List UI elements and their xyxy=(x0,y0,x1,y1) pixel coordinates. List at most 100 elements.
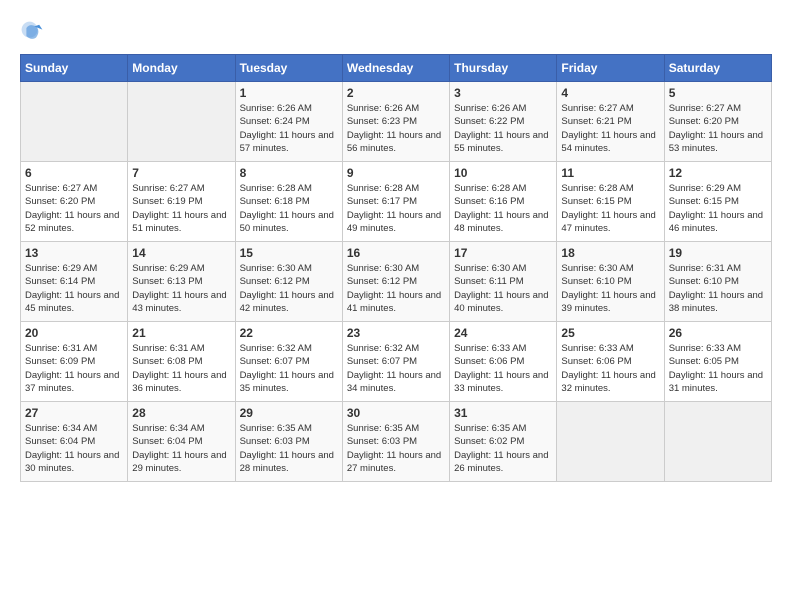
day-number: 14 xyxy=(132,246,230,260)
calendar-day-cell: 12 Sunrise: 6:29 AM Sunset: 6:15 PM Dayl… xyxy=(664,162,771,242)
calendar-day-cell: 18 Sunrise: 6:30 AM Sunset: 6:10 PM Dayl… xyxy=(557,242,664,322)
day-number: 24 xyxy=(454,326,552,340)
calendar-day-cell: 10 Sunrise: 6:28 AM Sunset: 6:16 PM Dayl… xyxy=(450,162,557,242)
day-number: 26 xyxy=(669,326,767,340)
day-number: 6 xyxy=(25,166,123,180)
day-info: Sunrise: 6:28 AM Sunset: 6:15 PM Dayligh… xyxy=(561,182,659,235)
day-number: 29 xyxy=(240,406,338,420)
day-number: 23 xyxy=(347,326,445,340)
day-number: 25 xyxy=(561,326,659,340)
day-of-week-header: Saturday xyxy=(664,55,771,82)
calendar-day-cell: 9 Sunrise: 6:28 AM Sunset: 6:17 PM Dayli… xyxy=(342,162,449,242)
calendar-day-cell: 28 Sunrise: 6:34 AM Sunset: 6:04 PM Dayl… xyxy=(128,402,235,482)
day-info: Sunrise: 6:33 AM Sunset: 6:06 PM Dayligh… xyxy=(454,342,552,395)
calendar-day-cell xyxy=(664,402,771,482)
calendar-day-cell xyxy=(128,82,235,162)
calendar-day-cell: 6 Sunrise: 6:27 AM Sunset: 6:20 PM Dayli… xyxy=(21,162,128,242)
calendar-day-cell: 8 Sunrise: 6:28 AM Sunset: 6:18 PM Dayli… xyxy=(235,162,342,242)
calendar-week-row: 27 Sunrise: 6:34 AM Sunset: 6:04 PM Dayl… xyxy=(21,402,772,482)
day-info: Sunrise: 6:31 AM Sunset: 6:10 PM Dayligh… xyxy=(669,262,767,315)
calendar-day-cell: 29 Sunrise: 6:35 AM Sunset: 6:03 PM Dayl… xyxy=(235,402,342,482)
calendar-day-cell: 7 Sunrise: 6:27 AM Sunset: 6:19 PM Dayli… xyxy=(128,162,235,242)
day-number: 19 xyxy=(669,246,767,260)
day-number: 1 xyxy=(240,86,338,100)
day-info: Sunrise: 6:30 AM Sunset: 6:10 PM Dayligh… xyxy=(561,262,659,315)
day-number: 2 xyxy=(347,86,445,100)
calendar-day-cell xyxy=(21,82,128,162)
calendar-day-cell: 27 Sunrise: 6:34 AM Sunset: 6:04 PM Dayl… xyxy=(21,402,128,482)
day-info: Sunrise: 6:30 AM Sunset: 6:12 PM Dayligh… xyxy=(240,262,338,315)
calendar-day-cell: 3 Sunrise: 6:26 AM Sunset: 6:22 PM Dayli… xyxy=(450,82,557,162)
day-number: 18 xyxy=(561,246,659,260)
day-number: 12 xyxy=(669,166,767,180)
calendar-day-cell: 21 Sunrise: 6:31 AM Sunset: 6:08 PM Dayl… xyxy=(128,322,235,402)
day-number: 20 xyxy=(25,326,123,340)
calendar-day-cell: 25 Sunrise: 6:33 AM Sunset: 6:06 PM Dayl… xyxy=(557,322,664,402)
day-number: 21 xyxy=(132,326,230,340)
day-info: Sunrise: 6:32 AM Sunset: 6:07 PM Dayligh… xyxy=(240,342,338,395)
day-of-week-header: Thursday xyxy=(450,55,557,82)
day-info: Sunrise: 6:31 AM Sunset: 6:08 PM Dayligh… xyxy=(132,342,230,395)
day-info: Sunrise: 6:28 AM Sunset: 6:16 PM Dayligh… xyxy=(454,182,552,235)
day-info: Sunrise: 6:30 AM Sunset: 6:12 PM Dayligh… xyxy=(347,262,445,315)
day-number: 4 xyxy=(561,86,659,100)
day-number: 22 xyxy=(240,326,338,340)
day-number: 30 xyxy=(347,406,445,420)
day-info: Sunrise: 6:31 AM Sunset: 6:09 PM Dayligh… xyxy=(25,342,123,395)
day-number: 5 xyxy=(669,86,767,100)
day-number: 9 xyxy=(347,166,445,180)
day-number: 28 xyxy=(132,406,230,420)
calendar-day-cell: 5 Sunrise: 6:27 AM Sunset: 6:20 PM Dayli… xyxy=(664,82,771,162)
calendar-day-cell: 22 Sunrise: 6:32 AM Sunset: 6:07 PM Dayl… xyxy=(235,322,342,402)
day-info: Sunrise: 6:29 AM Sunset: 6:15 PM Dayligh… xyxy=(669,182,767,235)
day-number: 11 xyxy=(561,166,659,180)
calendar-day-cell: 1 Sunrise: 6:26 AM Sunset: 6:24 PM Dayli… xyxy=(235,82,342,162)
calendar-day-cell xyxy=(557,402,664,482)
day-of-week-header: Sunday xyxy=(21,55,128,82)
day-info: Sunrise: 6:32 AM Sunset: 6:07 PM Dayligh… xyxy=(347,342,445,395)
day-of-week-header: Friday xyxy=(557,55,664,82)
day-number: 3 xyxy=(454,86,552,100)
day-info: Sunrise: 6:28 AM Sunset: 6:18 PM Dayligh… xyxy=(240,182,338,235)
day-number: 15 xyxy=(240,246,338,260)
day-of-week-header: Monday xyxy=(128,55,235,82)
day-info: Sunrise: 6:29 AM Sunset: 6:14 PM Dayligh… xyxy=(25,262,123,315)
day-info: Sunrise: 6:34 AM Sunset: 6:04 PM Dayligh… xyxy=(25,422,123,475)
day-info: Sunrise: 6:35 AM Sunset: 6:02 PM Dayligh… xyxy=(454,422,552,475)
calendar-day-cell: 14 Sunrise: 6:29 AM Sunset: 6:13 PM Dayl… xyxy=(128,242,235,322)
logo xyxy=(20,20,48,44)
calendar-week-row: 13 Sunrise: 6:29 AM Sunset: 6:14 PM Dayl… xyxy=(21,242,772,322)
day-info: Sunrise: 6:34 AM Sunset: 6:04 PM Dayligh… xyxy=(132,422,230,475)
day-number: 31 xyxy=(454,406,552,420)
day-of-week-header: Wednesday xyxy=(342,55,449,82)
day-info: Sunrise: 6:27 AM Sunset: 6:20 PM Dayligh… xyxy=(669,102,767,155)
calendar-day-cell: 4 Sunrise: 6:27 AM Sunset: 6:21 PM Dayli… xyxy=(557,82,664,162)
day-info: Sunrise: 6:26 AM Sunset: 6:23 PM Dayligh… xyxy=(347,102,445,155)
calendar-day-cell: 31 Sunrise: 6:35 AM Sunset: 6:02 PM Dayl… xyxy=(450,402,557,482)
calendar-body: 1 Sunrise: 6:26 AM Sunset: 6:24 PM Dayli… xyxy=(21,82,772,482)
calendar-table: SundayMondayTuesdayWednesdayThursdayFrid… xyxy=(20,54,772,482)
page-header xyxy=(20,20,772,44)
calendar-day-cell: 13 Sunrise: 6:29 AM Sunset: 6:14 PM Dayl… xyxy=(21,242,128,322)
day-info: Sunrise: 6:26 AM Sunset: 6:24 PM Dayligh… xyxy=(240,102,338,155)
calendar-week-row: 6 Sunrise: 6:27 AM Sunset: 6:20 PM Dayli… xyxy=(21,162,772,242)
day-number: 17 xyxy=(454,246,552,260)
day-info: Sunrise: 6:29 AM Sunset: 6:13 PM Dayligh… xyxy=(132,262,230,315)
day-number: 8 xyxy=(240,166,338,180)
logo-icon xyxy=(20,20,44,44)
calendar-week-row: 20 Sunrise: 6:31 AM Sunset: 6:09 PM Dayl… xyxy=(21,322,772,402)
calendar-day-cell: 16 Sunrise: 6:30 AM Sunset: 6:12 PM Dayl… xyxy=(342,242,449,322)
day-number: 16 xyxy=(347,246,445,260)
day-info: Sunrise: 6:27 AM Sunset: 6:19 PM Dayligh… xyxy=(132,182,230,235)
day-info: Sunrise: 6:35 AM Sunset: 6:03 PM Dayligh… xyxy=(347,422,445,475)
day-info: Sunrise: 6:33 AM Sunset: 6:05 PM Dayligh… xyxy=(669,342,767,395)
calendar-day-cell: 19 Sunrise: 6:31 AM Sunset: 6:10 PM Dayl… xyxy=(664,242,771,322)
day-info: Sunrise: 6:30 AM Sunset: 6:11 PM Dayligh… xyxy=(454,262,552,315)
day-number: 10 xyxy=(454,166,552,180)
calendar-day-cell: 26 Sunrise: 6:33 AM Sunset: 6:05 PM Dayl… xyxy=(664,322,771,402)
calendar-week-row: 1 Sunrise: 6:26 AM Sunset: 6:24 PM Dayli… xyxy=(21,82,772,162)
calendar-day-cell: 23 Sunrise: 6:32 AM Sunset: 6:07 PM Dayl… xyxy=(342,322,449,402)
day-of-week-header: Tuesday xyxy=(235,55,342,82)
calendar-day-cell: 17 Sunrise: 6:30 AM Sunset: 6:11 PM Dayl… xyxy=(450,242,557,322)
calendar-day-cell: 15 Sunrise: 6:30 AM Sunset: 6:12 PM Dayl… xyxy=(235,242,342,322)
